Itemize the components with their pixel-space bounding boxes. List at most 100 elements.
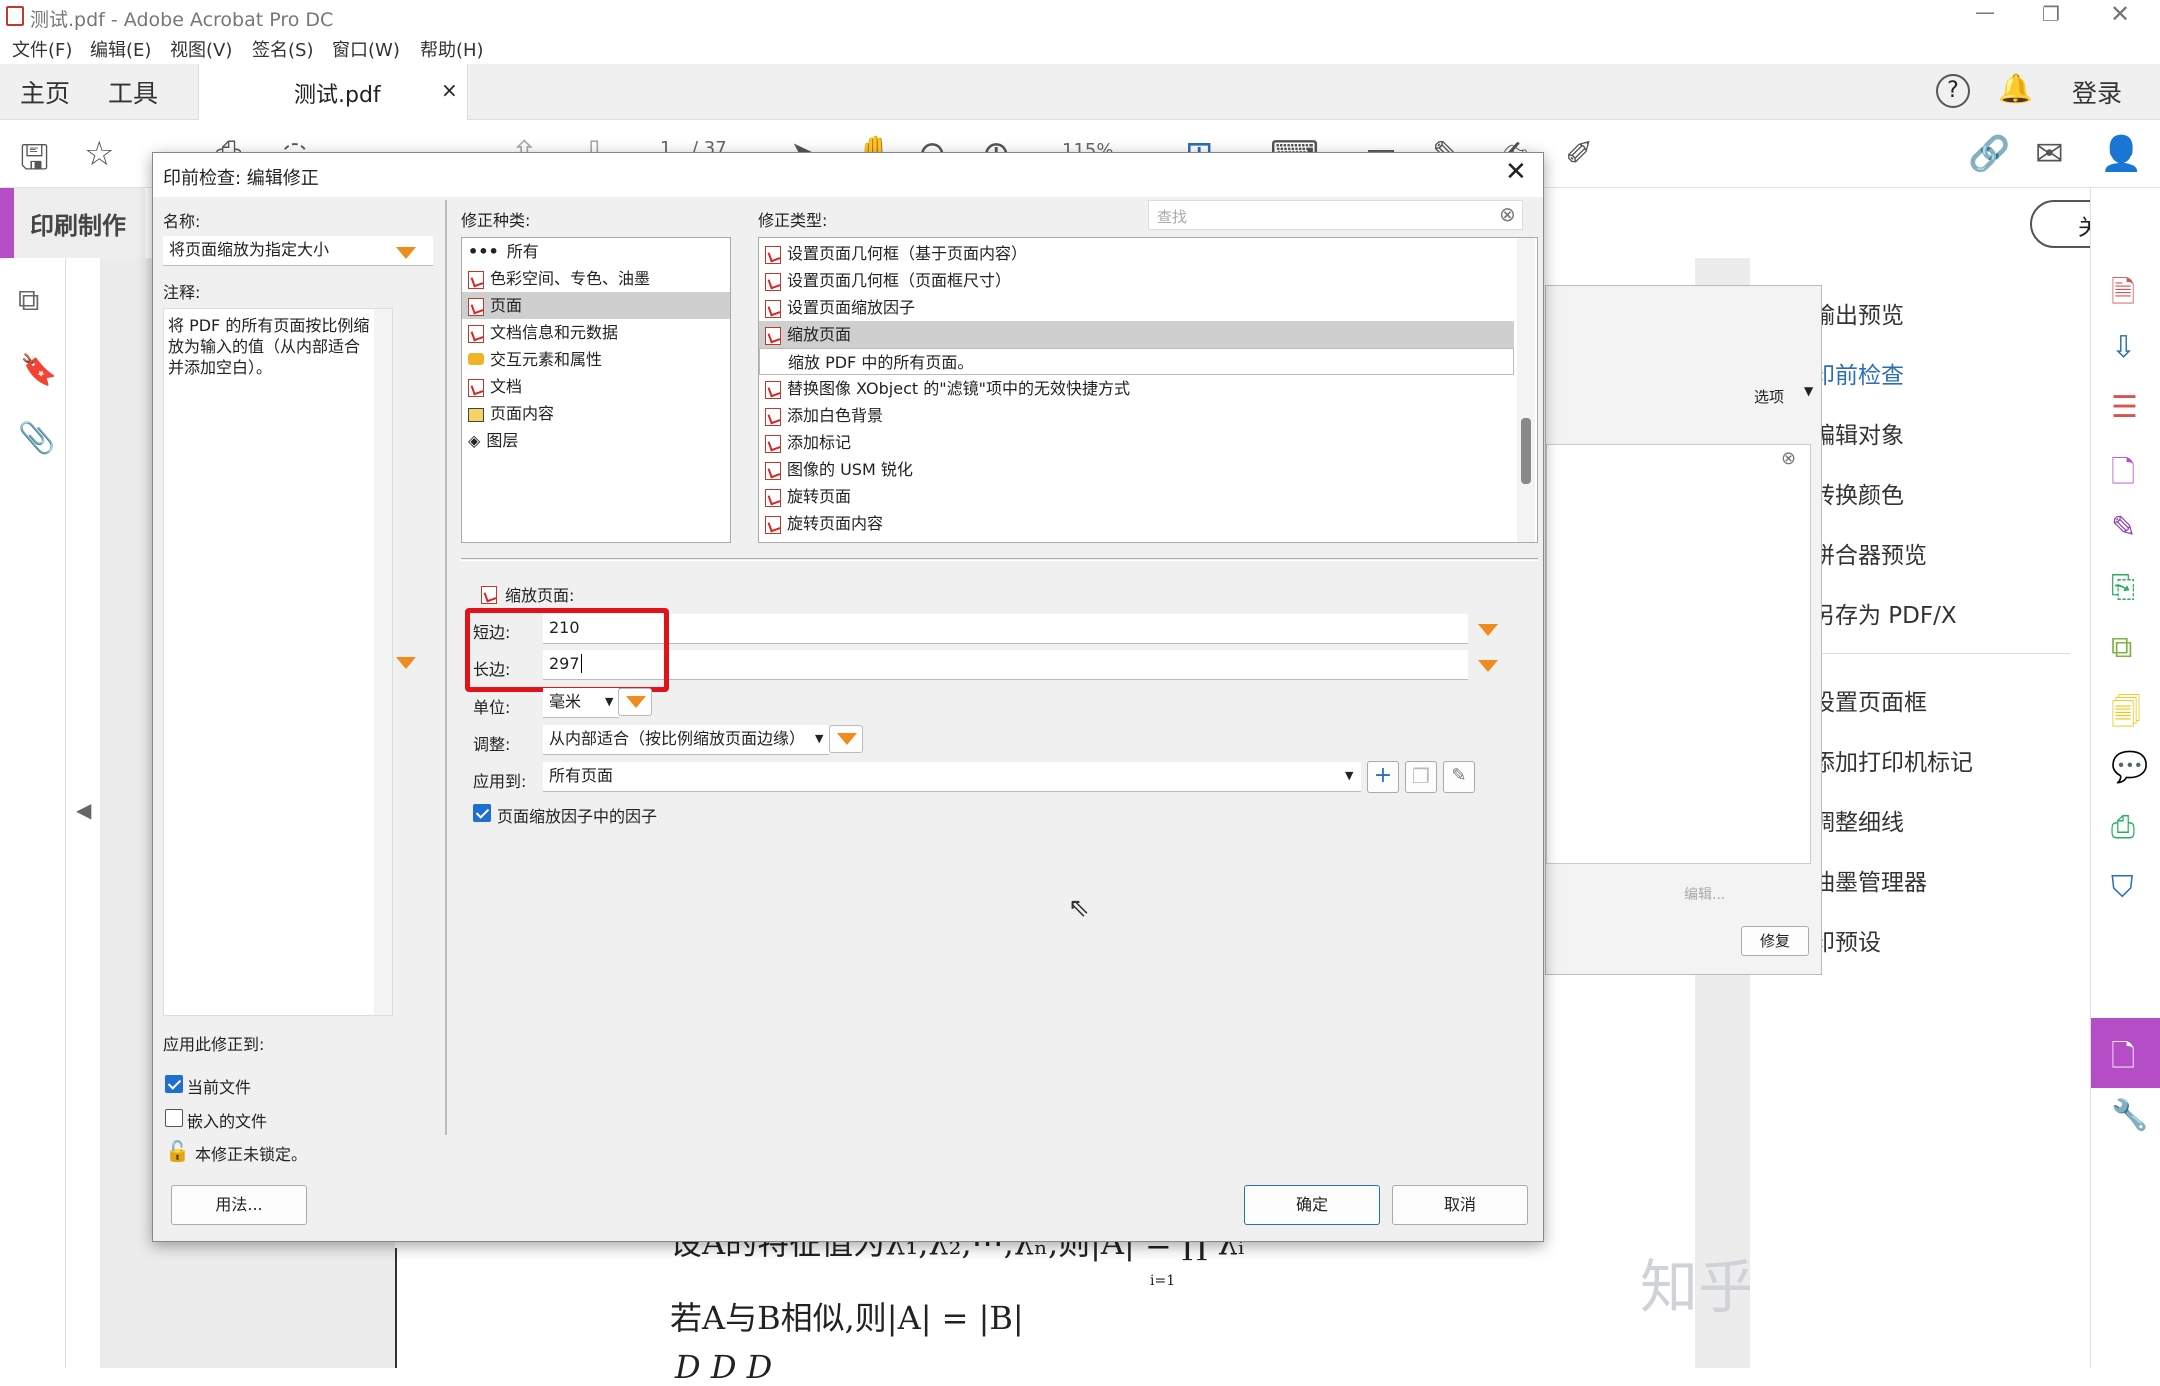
rp-item-fix-hairlines[interactable]: 调整细线 — [1812, 803, 1904, 837]
type-item[interactable]: 旋转页面 — [759, 483, 1514, 510]
rp-item-output-preview[interactable]: 输出预览 — [1812, 296, 1904, 330]
category-list[interactable]: ••• 所有 色彩空间、专色、油墨 页面 文档信息和元数据 交互元素和属性 文档 … — [461, 237, 731, 543]
rp-item-preflight[interactable]: 印前检查 — [1812, 356, 1904, 390]
create-pdf-icon[interactable]: 🗎 — [2111, 270, 2135, 321]
rp-item-edit-object[interactable]: 编辑对象 — [1812, 416, 1904, 450]
minimize-icon[interactable]: — — [1975, 0, 1995, 24]
category-item-page-content[interactable]: 页面内容 — [462, 400, 730, 427]
menu-window[interactable]: 窗口(W) — [332, 36, 400, 62]
apply-to-select[interactable]: 所有页面 ▼ — [543, 762, 1361, 792]
bell-icon[interactable]: 🔔 — [1998, 72, 2033, 105]
notes-expand-icon[interactable] — [396, 657, 416, 669]
menu-edit[interactable]: 编辑(E) — [90, 36, 151, 62]
comment-tool-icon[interactable]: 💬 — [2111, 750, 2148, 785]
link-icon[interactable]: 🔗 — [1968, 134, 2010, 174]
type-item[interactable]: 设置页面几何框（基于页面内容） — [759, 240, 1514, 267]
preflight-list-area[interactable] — [1546, 444, 1811, 864]
adjust-select[interactable]: 从内部适合（按比例缩放页面边缘） ▼ — [543, 725, 829, 755]
options-dropdown[interactable]: 选项 — [1754, 386, 1784, 407]
category-item-document[interactable]: 文档 — [462, 373, 730, 400]
menu-help[interactable]: 帮助(H) — [420, 36, 484, 62]
rp-item-ink-manager[interactable]: 油墨管理器 — [1812, 863, 1927, 897]
category-item-color[interactable]: 色彩空间、专色、油墨 — [462, 265, 730, 292]
category-item-pages[interactable]: 页面 — [462, 292, 730, 319]
share-icon[interactable]: 🗐 — [2111, 690, 2141, 741]
name-dropdown-icon[interactable] — [396, 247, 416, 259]
long-side-input[interactable]: 297 — [543, 650, 1468, 680]
scan-icon[interactable]: ⎙ — [2111, 810, 2135, 845]
organize-pages-icon[interactable]: ☰ — [2111, 390, 2138, 425]
restore-icon[interactable]: ❐ — [2042, 2, 2060, 26]
category-item-docinfo[interactable]: 文档信息和元数据 — [462, 319, 730, 346]
type-item[interactable]: 设置页面几何框（页面框尺寸） — [759, 267, 1514, 294]
export-pdf-icon[interactable]: ⇩ — [2111, 330, 2136, 365]
star-icon[interactable]: ☆ — [84, 134, 114, 174]
bookmark-icon[interactable]: 🔖 — [20, 353, 57, 388]
type-item[interactable]: 替换图像 XObject 的"滤镜"项中的无效快捷方式 — [759, 375, 1514, 402]
rp-item-convert-colors[interactable]: 转换颜色 — [1812, 476, 1904, 510]
send-for-signature-icon[interactable]: ⎘ — [2111, 570, 2135, 605]
pages-icon[interactable]: ⧉ — [18, 283, 39, 318]
help-icon[interactable]: ? — [1936, 74, 1970, 108]
fix-button[interactable]: 修复 — [1741, 926, 1809, 956]
protect-icon[interactable]: ⛉ — [2111, 870, 2134, 905]
edit-range-button[interactable]: ✎ — [1443, 761, 1475, 793]
rp-item-set-page-boxes[interactable]: 设置页面框 — [1812, 683, 1927, 717]
category-item-all[interactable]: ••• 所有 — [462, 238, 730, 265]
adjust-menu-button[interactable] — [829, 725, 863, 753]
type-item[interactable]: 图像的 USM 锐化 — [759, 456, 1514, 483]
name-field[interactable]: 将页面缩放为指定大小 — [163, 236, 433, 266]
tab-tools[interactable]: 工具 — [108, 74, 158, 110]
edit-tool-icon[interactable]: ✐ — [1565, 134, 1594, 174]
long-side-dropdown-icon[interactable] — [1478, 660, 1498, 672]
notes-textarea[interactable]: 将 PDF 的所有页面按比例缩放为输入的值（从内部适合并添加空白）。 — [163, 308, 393, 1016]
menu-sign[interactable]: 签名(S) — [252, 36, 313, 62]
category-item-interactive[interactable]: 交互元素和属性 — [462, 346, 730, 373]
page-scale-factor-checkbox[interactable] — [473, 804, 491, 822]
fill-sign-icon[interactable]: ✎ — [2111, 510, 2136, 545]
dialog-close-icon[interactable]: ✕ — [1505, 157, 1527, 187]
rp-item-flattener-preview[interactable]: 拼合器预览 — [1812, 536, 1927, 570]
more-tools-icon[interactable]: 🔧 — [2111, 1098, 2148, 1133]
print-production-tab[interactable]: 印刷制作 — [0, 188, 145, 258]
short-side-input[interactable]: 210 — [543, 614, 1468, 644]
type-list-scroll-thumb[interactable] — [1521, 418, 1531, 484]
type-item-selected[interactable]: 缩放页面 — [759, 321, 1514, 348]
add-user-icon[interactable]: 👤 — [2100, 134, 2142, 174]
type-item[interactable]: 添加标记 — [759, 429, 1514, 456]
notes-scrollbar[interactable] — [374, 309, 392, 1015]
collapse-left-icon[interactable]: ◀ — [76, 798, 91, 822]
short-side-dropdown-icon[interactable] — [1478, 624, 1498, 636]
print-production-tool-icon[interactable]: 🗋 — [2091, 1018, 2160, 1088]
tab-document[interactable]: 测试.pdf × — [198, 64, 468, 120]
mail-icon[interactable]: ✉ — [2035, 134, 2064, 174]
search-clear-icon[interactable]: ⊗ — [1499, 202, 1516, 226]
menu-view[interactable]: 视图(V) — [170, 36, 232, 62]
type-list-scrollbar[interactable] — [1517, 238, 1535, 542]
category-item-layers[interactable]: ◈ 图层 — [462, 427, 730, 454]
type-item[interactable]: 添加白色背景 — [759, 402, 1514, 429]
search-field[interactable]: 查找 ⊗ — [1148, 200, 1523, 230]
type-item[interactable]: 旋转页面内容 — [759, 510, 1514, 537]
type-item[interactable]: 设置页面缩放因子 — [759, 294, 1514, 321]
rp-item-print-presets[interactable]: 印预设 — [1812, 923, 1881, 957]
embedded-files-checkbox[interactable] — [165, 1109, 183, 1127]
duplicate-range-button[interactable]: ❐ — [1405, 761, 1437, 793]
save-icon[interactable]: 🖫 — [20, 134, 49, 191]
clear-search-icon[interactable]: ⊗ — [1781, 448, 1796, 469]
menu-file[interactable]: 文件(F) — [12, 36, 72, 62]
rp-item-printer-marks[interactable]: 添加打印机标记 — [1812, 743, 1973, 777]
attachment-icon[interactable]: 📎 — [18, 421, 55, 456]
usage-button[interactable]: 用法... — [171, 1185, 307, 1225]
ok-button[interactable]: 确定 — [1244, 1185, 1380, 1225]
compare-icon[interactable]: ⧉ — [2111, 630, 2132, 665]
current-file-checkbox[interactable] — [165, 1075, 183, 1093]
edit-button[interactable]: 编辑... — [1684, 884, 1725, 904]
unit-menu-button[interactable] — [618, 688, 652, 716]
login-button[interactable]: 登录 — [2072, 74, 2122, 110]
unit-select[interactable]: 毫米 ▼ — [543, 688, 619, 718]
close-window-icon[interactable]: ✕ — [2110, 0, 2130, 28]
add-range-button[interactable]: + — [1367, 761, 1399, 793]
edit-pdf-icon[interactable]: 🗋 — [2111, 450, 2135, 501]
tab-close-icon[interactable]: × — [441, 78, 458, 102]
